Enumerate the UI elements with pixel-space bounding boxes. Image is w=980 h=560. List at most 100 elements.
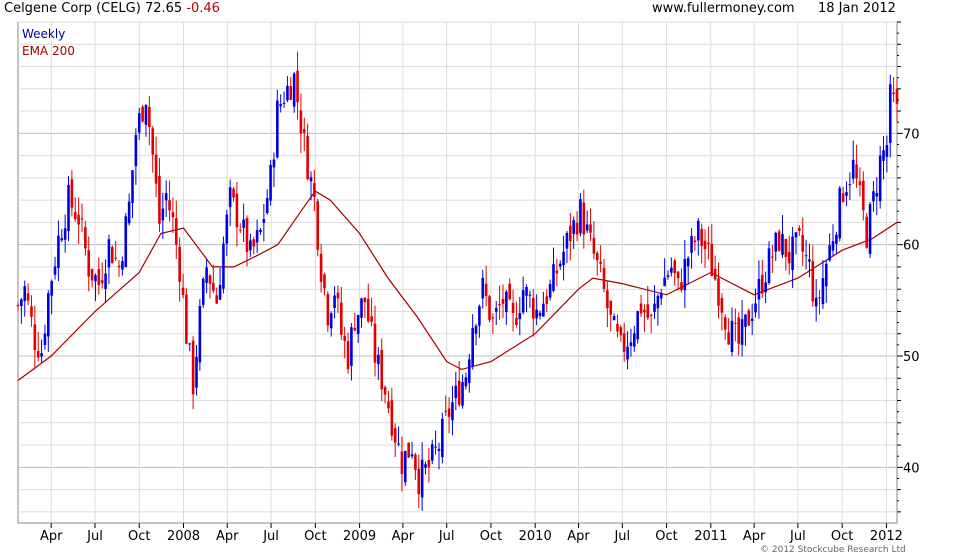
candle-body: [40, 353, 43, 357]
candle-body: [575, 222, 579, 235]
candle-body: [794, 232, 798, 238]
candle-body: [377, 354, 380, 365]
x-tick-label: 2011: [694, 529, 727, 544]
candle-body: [171, 212, 175, 218]
candle-body: [191, 340, 195, 395]
candle-body: [737, 317, 741, 344]
candle-body: [882, 150, 885, 161]
x-tick-label: Oct: [128, 529, 150, 544]
candle-body: [100, 280, 104, 284]
candle-body: [582, 202, 586, 235]
candle-body: [16, 304, 20, 307]
candle-body: [218, 284, 222, 300]
x-tick-label: 2008: [167, 529, 200, 544]
candle-body: [329, 313, 333, 329]
candle-body: [370, 316, 373, 322]
x-tick-label: Apr: [743, 529, 766, 544]
candle-body: [720, 297, 724, 313]
candle-body: [663, 277, 666, 287]
candle-body: [548, 283, 552, 298]
candle-body: [629, 342, 633, 346]
candle-body: [424, 464, 427, 468]
candle-body: [828, 245, 831, 261]
candle-body: [835, 234, 838, 244]
candle-body: [730, 320, 734, 353]
candle-body: [73, 212, 77, 220]
candle-body: [727, 332, 730, 345]
candle-body: [569, 225, 572, 242]
plot-area: [17, 21, 898, 524]
candle-body: [676, 271, 680, 279]
candle-body: [481, 277, 485, 299]
candle-body: [622, 333, 626, 352]
y-tick-label: 60: [903, 239, 920, 254]
candle-body: [148, 106, 151, 128]
candle-body: [393, 428, 397, 443]
candle-body: [319, 253, 323, 282]
candle-body: [188, 343, 192, 345]
chart-date: 18 Jan 2012: [818, 1, 896, 16]
candle-body: [306, 136, 309, 180]
candle-body: [696, 220, 700, 241]
candle-body: [215, 295, 219, 304]
candle-body: [346, 341, 350, 370]
price-change: -0.46: [186, 1, 220, 16]
x-tick-label: Oct: [304, 529, 326, 544]
candle-body: [90, 268, 94, 281]
legend-ema: EMA 200: [22, 44, 75, 58]
candle-body: [366, 298, 370, 322]
candle-body: [693, 240, 697, 243]
candle-body: [713, 268, 717, 280]
candle-body: [397, 443, 400, 445]
candle-body: [340, 302, 343, 335]
candle-body: [656, 295, 660, 309]
candle-body: [249, 240, 252, 251]
candle-body: [639, 303, 643, 314]
candle-body: [471, 327, 474, 366]
candle-body: [895, 89, 899, 104]
candle-body: [70, 179, 74, 208]
candle-body: [750, 318, 754, 321]
candle-body: [195, 356, 198, 388]
candle-body: [174, 218, 178, 245]
candle-body: [434, 446, 437, 448]
candle-body: [23, 286, 27, 301]
x-tick-label: Apr: [392, 529, 415, 544]
candle-body: [814, 297, 818, 307]
candle-body: [723, 317, 727, 330]
candle-body: [717, 278, 720, 306]
candle-body: [501, 298, 505, 304]
candle-body: [777, 231, 781, 251]
candle-body: [845, 192, 848, 196]
candle-body: [131, 170, 134, 203]
candle-body: [606, 290, 609, 309]
candle-body: [141, 106, 144, 122]
candle-body: [403, 451, 407, 483]
candle-body: [683, 259, 687, 291]
candle-body: [316, 201, 320, 250]
candle-body: [838, 188, 842, 239]
candle-body: [33, 324, 37, 351]
site-link[interactable]: www.fullermoney.com: [652, 1, 795, 16]
candle-body: [865, 216, 868, 248]
candle-body: [851, 159, 855, 179]
x-tick-label: Apr: [216, 529, 239, 544]
y-tick-label: 40: [903, 461, 920, 476]
candle-body: [198, 306, 202, 363]
candle-body: [437, 448, 441, 451]
candle-body: [107, 239, 111, 268]
candle-body: [414, 454, 417, 470]
candle-body: [302, 129, 306, 133]
candle-body: [878, 155, 882, 202]
candle-body: [774, 232, 778, 252]
legend-weekly: Weekly: [22, 27, 66, 41]
candle-body: [441, 418, 444, 458]
candle-body: [144, 104, 148, 125]
candle-body: [154, 154, 158, 184]
candle-body: [760, 274, 764, 294]
candle-body: [673, 260, 677, 274]
candle-body: [690, 235, 693, 253]
candle-body: [636, 311, 639, 340]
candle-body: [585, 224, 589, 231]
candle-body: [771, 256, 774, 258]
